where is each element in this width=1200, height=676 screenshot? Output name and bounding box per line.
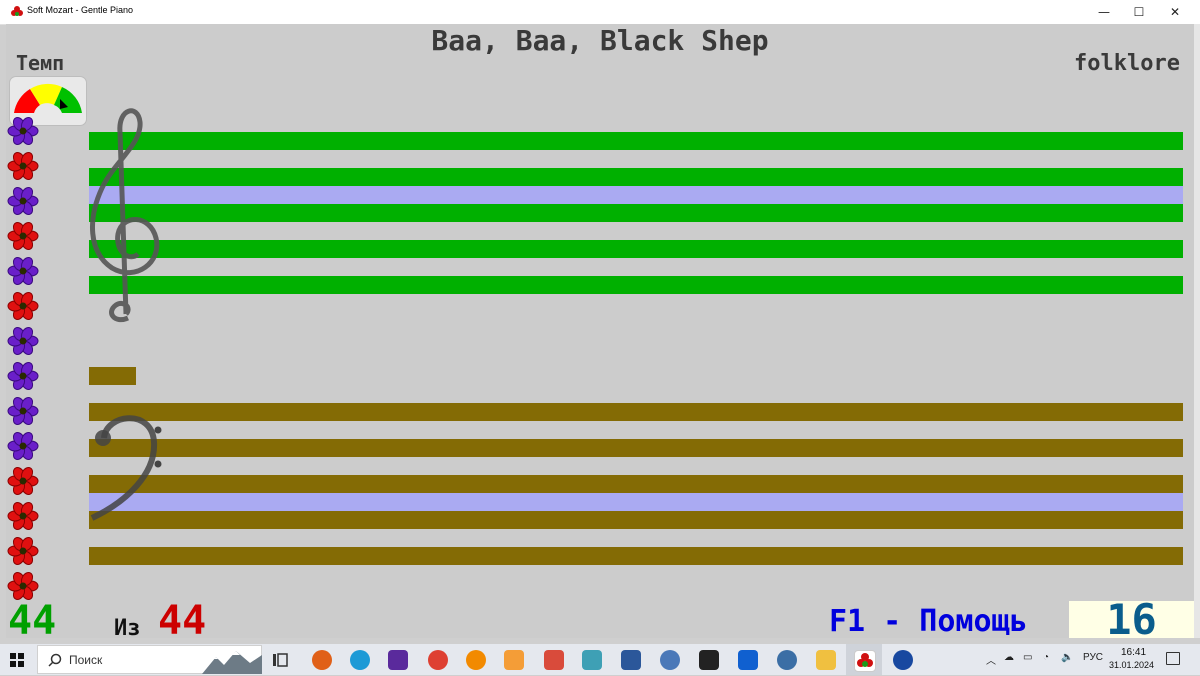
search-icon xyxy=(48,653,62,667)
music-canvas[interactable]: Baa, Baa, Black Shep folklore Темп 44 Из… xyxy=(6,24,1194,638)
taskbar-search[interactable]: Поиск xyxy=(37,645,262,674)
song-title: Baa, Baa, Black Shep xyxy=(431,24,769,57)
treble-staff-line xyxy=(89,132,1183,150)
app-icon-x[interactable] xyxy=(388,650,408,670)
bass-highlight-line xyxy=(89,493,1183,511)
app-icon-4[interactable] xyxy=(660,650,680,670)
media-player-icon[interactable] xyxy=(504,650,524,670)
flower-icon xyxy=(7,502,39,530)
bass-staff-line xyxy=(89,475,1183,493)
treble-staff-line xyxy=(89,276,1183,294)
soft-mozart-taskbar-icon[interactable] xyxy=(854,650,876,672)
flower-icon xyxy=(7,537,39,565)
app-icon-2[interactable] xyxy=(544,650,564,670)
flower-icon xyxy=(7,222,39,250)
bass-staff-line xyxy=(89,547,1183,565)
language-indicator[interactable]: РУС xyxy=(1083,652,1103,663)
treble-staff-line xyxy=(89,204,1183,222)
bass-clef-icon xyxy=(90,415,162,521)
flower-icon xyxy=(7,152,39,180)
of-label: Из xyxy=(114,616,141,638)
bass-ledger-line xyxy=(89,367,136,385)
bass-staff-line xyxy=(89,439,1183,457)
volume-icon[interactable]: 🔈 xyxy=(1061,652,1073,663)
network-icon[interactable]: ◔ xyxy=(1043,652,1049,663)
current-measure: 44 xyxy=(8,598,57,638)
minimize-button[interactable]: — xyxy=(1086,0,1122,24)
app-icon-3[interactable] xyxy=(582,650,602,670)
bass-staff-line xyxy=(89,403,1183,421)
window-titlebar: Soft Mozart - Gentle Piano — ☐ ✕ xyxy=(0,0,1200,25)
flower-icon xyxy=(7,257,39,285)
search-app-icon[interactable] xyxy=(466,650,486,670)
taskbar: Поиск ︿ ☁ ▭ ◔ 🔈 РУС 16:41 31.01.2024 xyxy=(0,644,1200,675)
clock-date[interactable]: 31.01.2024 xyxy=(1109,660,1154,670)
score-box: 16 xyxy=(1069,595,1194,638)
windows-start-icon[interactable] xyxy=(10,653,24,667)
flower-icon xyxy=(7,187,39,215)
chrome-icon[interactable] xyxy=(428,650,448,670)
flower-icon xyxy=(7,397,39,425)
notifications-icon[interactable] xyxy=(1166,652,1180,665)
cloud-icon[interactable]: ☁ xyxy=(1004,652,1014,663)
window-edge xyxy=(1194,24,1200,638)
treble-staff-line xyxy=(89,168,1183,186)
flower-icon xyxy=(7,117,39,145)
tempo-label: Темп xyxy=(16,51,65,75)
app-icon-6[interactable] xyxy=(777,650,797,670)
battery-icon[interactable]: ▭ xyxy=(1023,652,1032,663)
flower-icon xyxy=(7,362,39,390)
flower-icon xyxy=(7,467,39,495)
file-explorer-icon[interactable] xyxy=(816,650,836,670)
treble-highlight-line xyxy=(89,186,1183,204)
close-button[interactable]: ✕ xyxy=(1157,0,1193,24)
help-hint[interactable]: F1 - Помощь xyxy=(829,604,1028,638)
total-measures: 44 xyxy=(158,598,207,638)
bass-staff-line xyxy=(89,511,1183,529)
edge-icon[interactable] xyxy=(350,650,370,670)
piano-app-icon[interactable] xyxy=(699,650,719,670)
tray-chevron-icon[interactable]: ︿ xyxy=(986,652,996,667)
window-title: Soft Mozart - Gentle Piano xyxy=(27,5,134,15)
flower-icon xyxy=(7,292,39,320)
treble-clef-icon xyxy=(90,108,160,322)
app-icon-1[interactable] xyxy=(312,650,332,670)
flower-icon xyxy=(7,432,39,460)
maximize-button[interactable]: ☐ xyxy=(1121,0,1157,24)
treble-staff-line xyxy=(89,240,1183,258)
word-icon[interactable] xyxy=(621,650,641,670)
flower-icon xyxy=(7,327,39,355)
search-placeholder: Поиск xyxy=(69,653,103,667)
clock-time[interactable]: 16:41 xyxy=(1121,647,1146,658)
app-flower-icon xyxy=(11,6,23,16)
app-icon-5[interactable] xyxy=(738,650,758,670)
app-icon-7[interactable] xyxy=(893,650,913,670)
task-view-icon[interactable] xyxy=(272,652,288,668)
score-value: 16 xyxy=(1106,595,1157,638)
song-composer: folklore xyxy=(1074,51,1180,76)
search-highlight-icon xyxy=(202,651,262,674)
